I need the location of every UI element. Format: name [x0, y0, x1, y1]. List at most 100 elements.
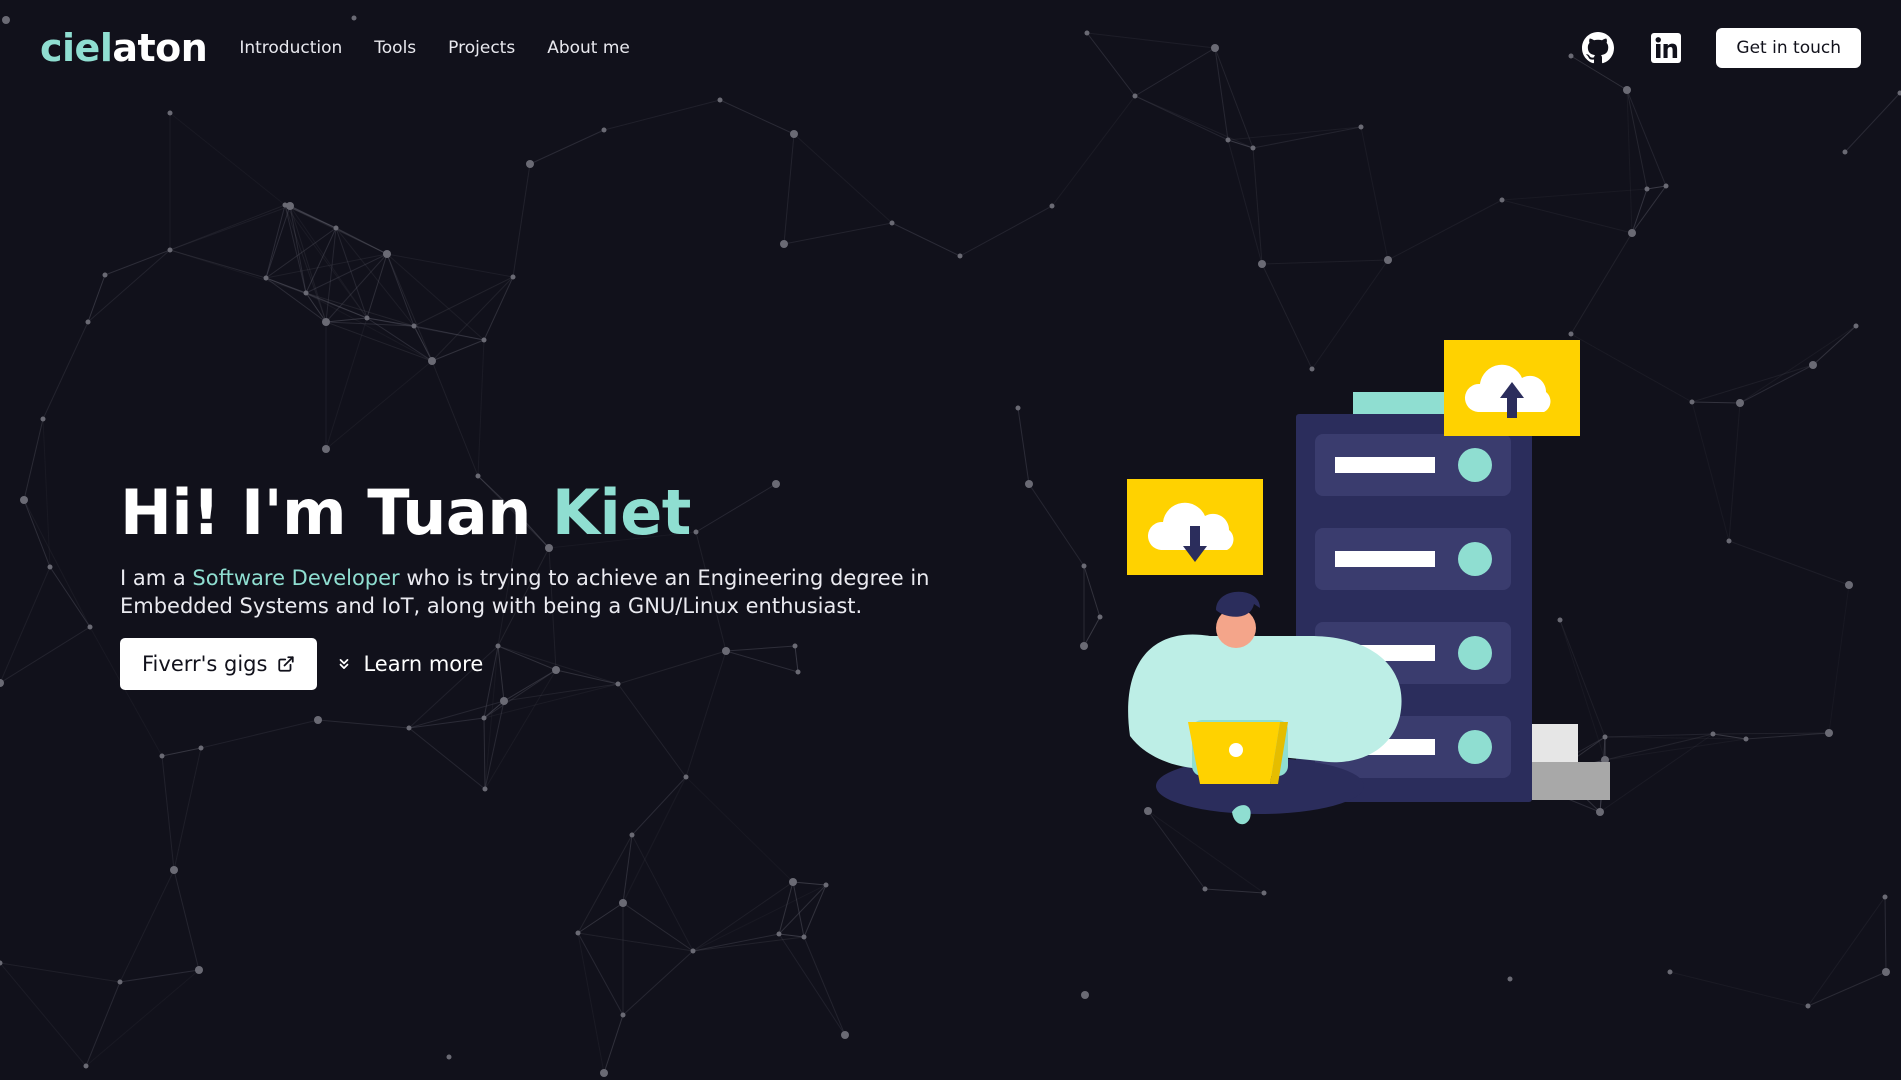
logo-rest: aton	[112, 26, 208, 70]
network-link	[23, 499, 51, 568]
network-node	[1882, 894, 1888, 900]
network-link	[23, 499, 91, 628]
network-node	[406, 725, 412, 731]
network-link	[431, 276, 514, 362]
network-node	[1663, 183, 1669, 189]
network-link	[1051, 95, 1136, 207]
network-link	[325, 317, 368, 323]
network-link	[23, 418, 44, 501]
nav-link-about-me[interactable]: About me	[547, 38, 630, 58]
network-node	[889, 220, 895, 226]
external-link-icon	[278, 656, 295, 672]
hero-title-name: Kiet	[551, 476, 691, 549]
network-node	[1644, 186, 1650, 192]
hero-desc-role: Software Developer	[192, 566, 400, 590]
network-link	[959, 205, 1053, 257]
network-node	[198, 745, 204, 751]
network-node	[282, 202, 288, 208]
network-link	[161, 747, 202, 757]
fiverr-gigs-button[interactable]: Fiverr's gigs	[120, 638, 318, 690]
step-block	[1532, 724, 1578, 762]
network-link	[325, 321, 433, 362]
network-link	[386, 253, 485, 341]
network-node	[1250, 145, 1256, 151]
network-link	[477, 339, 485, 477]
network-node	[789, 878, 797, 886]
network-link	[325, 317, 368, 450]
network-link	[265, 277, 327, 323]
network-link	[1387, 199, 1503, 261]
network-link	[169, 204, 286, 251]
network-node	[1097, 614, 1103, 620]
network-link	[1828, 584, 1850, 734]
learn-more-button[interactable]: Learn more	[337, 652, 483, 676]
network-link	[317, 719, 410, 729]
network-link	[778, 933, 805, 938]
network-link	[622, 834, 633, 904]
network-link	[1134, 95, 1254, 149]
network-node	[47, 564, 53, 570]
network-link	[265, 277, 368, 319]
nav-link-projects[interactable]: Projects	[448, 38, 515, 58]
network-link	[1252, 126, 1362, 149]
hero-illustration	[1127, 340, 1610, 825]
hero-desc-prefix: I am a	[120, 566, 193, 590]
hero-title: Hi! I'm Tuan Kiet	[120, 478, 1020, 548]
network-node	[481, 715, 487, 721]
linkedin-icon[interactable]	[1648, 30, 1684, 66]
network-node	[1015, 405, 1021, 411]
logo[interactable]: cielaton	[40, 26, 208, 70]
network-link	[386, 253, 433, 362]
network-link	[49, 566, 91, 628]
github-icon[interactable]	[1580, 30, 1616, 66]
network-node	[167, 247, 173, 253]
nav-links: Introduction Tools Projects About me	[239, 38, 630, 58]
network-link	[413, 276, 514, 327]
network-node	[1882, 968, 1890, 976]
network-link	[1570, 232, 1633, 335]
network-node	[333, 225, 339, 231]
network-link	[1604, 738, 1747, 761]
network-link	[0, 962, 87, 1067]
network-link	[1691, 401, 1730, 542]
network-node	[1667, 969, 1673, 975]
network-link	[792, 881, 827, 886]
network-link	[85, 981, 121, 1067]
network-node	[102, 272, 108, 278]
network-node	[303, 290, 309, 296]
network-node	[383, 250, 391, 258]
network-node	[717, 97, 723, 103]
cloud-download-icon	[1127, 479, 1263, 575]
network-link	[577, 932, 694, 952]
network-link	[622, 776, 687, 904]
network-link	[431, 360, 479, 477]
network-node	[629, 832, 635, 838]
network-node	[1726, 538, 1732, 544]
network-link	[161, 755, 175, 871]
chevrons-down-icon	[340, 659, 349, 669]
network-link	[1028, 483, 1085, 567]
network-link	[1728, 540, 1850, 586]
network-node	[170, 866, 178, 874]
network-node	[0, 679, 4, 687]
network-node	[364, 315, 370, 321]
network-node	[1845, 581, 1853, 589]
fiverr-gigs-label: Fiverr's gigs	[142, 652, 268, 676]
nav-link-tools[interactable]: Tools	[374, 38, 416, 58]
network-link	[42, 321, 89, 420]
network-link	[1204, 888, 1265, 894]
network-node	[801, 934, 807, 940]
network-node	[167, 110, 173, 116]
network-node	[1358, 124, 1364, 130]
nav-link-introduction[interactable]: Introduction	[239, 38, 342, 58]
network-node	[619, 899, 627, 907]
network-node	[411, 323, 417, 329]
network-node	[1202, 886, 1208, 892]
network-link	[408, 727, 486, 790]
network-node	[575, 930, 581, 936]
network-link	[577, 932, 605, 1074]
network-link	[622, 950, 694, 1016]
network-node	[20, 496, 28, 504]
network-link	[119, 869, 175, 983]
get-in-touch-button[interactable]: Get in touch	[1716, 28, 1861, 68]
